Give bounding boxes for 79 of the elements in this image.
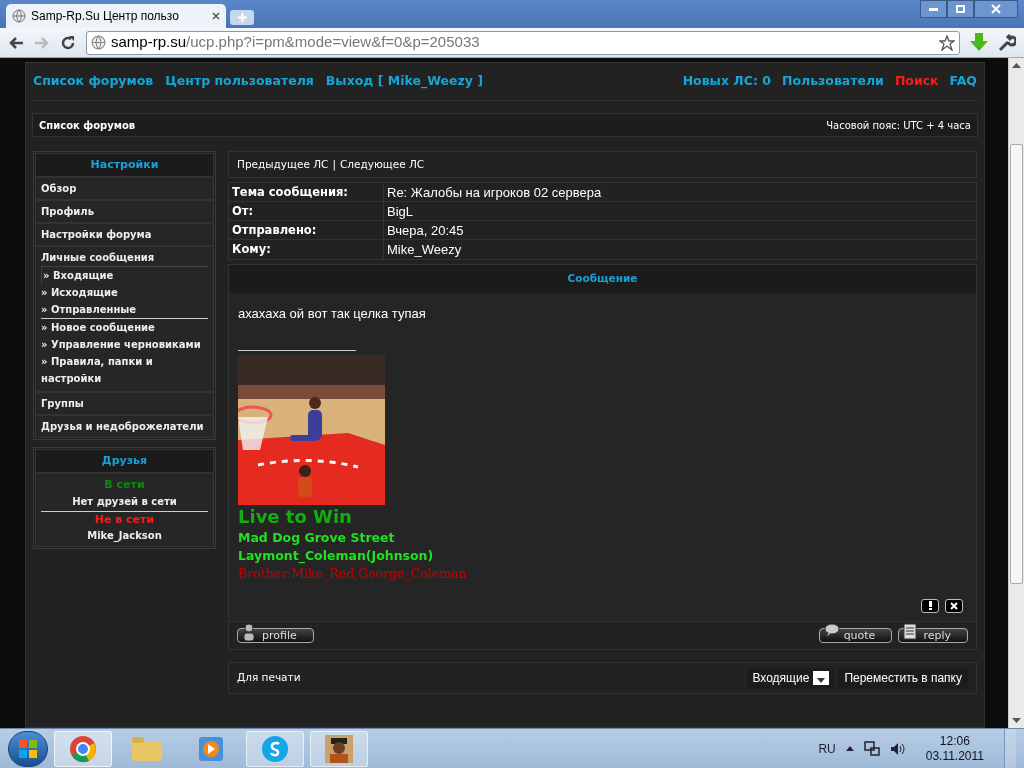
- taskbar-button[interactable]: [310, 730, 368, 767]
- next-message-link[interactable]: Следующее ЛС: [339, 156, 425, 173]
- chat-app-icon: [261, 734, 289, 763]
- address-bar[interactable]: samp-rp.su/ucp.php?i=pm&mode=view&f=0&p=205033: [86, 30, 960, 55]
- close-icon[interactable]: [212, 12, 220, 20]
- prev-message-link[interactable]: Предыдущее ЛС: [237, 156, 329, 173]
- close-icon: [991, 4, 1001, 14]
- header-label: Отправлено:: [229, 221, 384, 239]
- warning-icon: [928, 601, 932, 610]
- clock-date: 03.11.2011: [925, 748, 984, 764]
- wrench-icon[interactable]: [998, 33, 1016, 52]
- sidebar-subitem[interactable]: » Управление черновиками: [41, 336, 208, 353]
- nav-link[interactable]: Центр пользователя: [165, 72, 314, 91]
- online-label: В сети: [104, 477, 145, 493]
- dropdown-icon: [813, 670, 830, 685]
- nav-link[interactable]: Поиск: [894, 72, 939, 91]
- sidebar-subitem[interactable]: » Исходящие: [41, 284, 208, 301]
- sidebar-header: Настройки: [35, 153, 214, 177]
- signature-line: Brother:Mike_Red,George_Coleman: [238, 564, 468, 583]
- folder-select[interactable]: Входящие: [747, 667, 835, 688]
- message-text: ахахаха ой вот так целка тупая: [238, 305, 427, 323]
- nav-link[interactable]: Выход [ Mike_Weezy ]: [325, 72, 484, 91]
- minimize-icon: [929, 7, 938, 11]
- plus-icon: [237, 13, 247, 22]
- url-text: samp-rp.su/ucp.php?i=pm&mode=view&f=0&p=205033: [111, 32, 480, 53]
- close-window-button[interactable]: [974, 0, 1018, 18]
- sidebar-subitem[interactable]: » Новое сообщение: [41, 319, 208, 336]
- sidebar-subitem[interactable]: » Отправленные: [41, 301, 208, 319]
- start-button[interactable]: [8, 730, 48, 767]
- nav-link[interactable]: Пользователи: [781, 72, 884, 91]
- header-value: Re: Жалобы на игроков 02 сервера: [386, 184, 603, 201]
- minimize-button[interactable]: [920, 0, 947, 18]
- restore-icon: [956, 5, 965, 13]
- folder-icon: [132, 736, 162, 761]
- globe-icon: [91, 35, 106, 50]
- message-header: Сообщение: [229, 265, 976, 293]
- globe-icon: [12, 9, 26, 23]
- reload-icon[interactable]: [60, 34, 76, 51]
- close-icon: [950, 601, 958, 610]
- report-button[interactable]: [921, 598, 939, 613]
- friend-name[interactable]: Mike_Jackson: [87, 528, 162, 543]
- signature-line: Mad Dog Grove Street: [238, 528, 396, 547]
- sidebar-subitem[interactable]: » Входящие: [41, 266, 208, 284]
- restore-button[interactable]: [947, 0, 974, 18]
- clock-time: 12:06: [939, 733, 970, 749]
- caret-icon[interactable]: [845, 746, 854, 751]
- nav-link[interactable]: Список форумов: [33, 72, 154, 91]
- nav-link[interactable]: FAQ: [949, 72, 977, 91]
- star-icon[interactable]: [939, 34, 955, 51]
- delete-button[interactable]: [945, 598, 963, 613]
- windows-logo-icon: [19, 739, 37, 758]
- language-indicator[interactable]: RU: [818, 739, 836, 758]
- status-text: Нет друзей в сети: [72, 494, 177, 509]
- offline-label: Не в сети: [94, 511, 155, 528]
- network-icon[interactable]: [863, 740, 880, 757]
- browser-icon: [69, 734, 97, 763]
- signature-line: Live to Win: [238, 504, 353, 529]
- scrollbar-thumb[interactable]: [1010, 144, 1023, 584]
- breadcrumb-link[interactable]: Список форумов: [39, 117, 136, 133]
- header-value: BigL: [386, 203, 415, 220]
- header-value: Mike_Weezy: [386, 241, 463, 259]
- back-icon[interactable]: [8, 35, 24, 50]
- header-label: Тема сообщения:: [229, 183, 384, 201]
- separator-text: |: [332, 156, 336, 173]
- move-button[interactable]: Переместить в папку: [838, 667, 968, 688]
- print-link[interactable]: Для печати: [237, 669, 301, 686]
- game-icon: [325, 734, 353, 763]
- header-label: Кому:: [229, 240, 384, 259]
- show-desktop-button[interactable]: [1004, 728, 1016, 768]
- friends-header: Друзья: [35, 449, 214, 473]
- sidebar-subitem[interactable]: » Правила, папки и настройки: [41, 353, 208, 387]
- signature-line: Laymont_Coleman(Johnson): [238, 546, 435, 565]
- scrollbar[interactable]: [1008, 58, 1024, 728]
- nav-link[interactable]: Новых ЛС: 0: [682, 72, 771, 91]
- header-value: Вчера, 20:45: [386, 222, 465, 239]
- header-label: От:: [229, 202, 384, 220]
- sidebar-item[interactable]: Личные сообщения: [41, 251, 208, 264]
- media-player-icon: [198, 735, 224, 762]
- timezone-text: Часовой пояс: UTC + 4 часа: [826, 118, 971, 133]
